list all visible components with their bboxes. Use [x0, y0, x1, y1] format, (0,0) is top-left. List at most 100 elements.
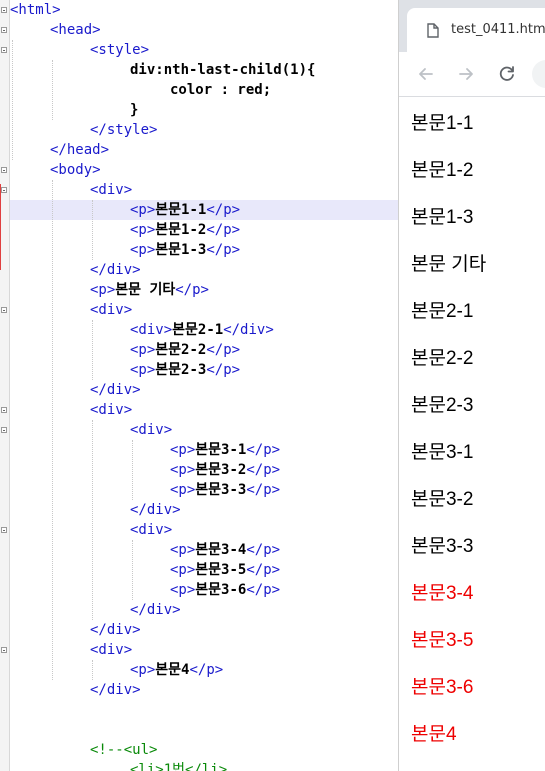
code-line[interactable]: </div>	[90, 680, 141, 700]
code-line[interactable]: <p>본문3-5</p>	[170, 560, 280, 580]
indent-guide	[92, 200, 93, 260]
code-line[interactable]: <div>	[90, 400, 132, 420]
code-line[interactable]: <p>본문 기타</p>	[90, 280, 209, 300]
fold-toggle-icon[interactable]	[1, 647, 7, 653]
rendered-paragraph: 본문3-3	[411, 536, 474, 557]
fold-toggle-icon[interactable]	[1, 167, 7, 173]
code-line[interactable]: <!--<ul>	[90, 740, 157, 760]
code-token: 본문3-3	[195, 482, 247, 498]
code-line[interactable]: </div>	[90, 380, 141, 400]
code-token: color : red;	[170, 82, 272, 98]
code-line[interactable]: <p>본문4</p>	[130, 660, 223, 680]
rendered-paragraph: 본문2-3	[411, 395, 474, 416]
code-token: <p>	[130, 342, 156, 358]
code-token: </div>	[90, 682, 141, 698]
code-editor[interactable]: <html> <head> <style> div:nth-last-child(1)…	[0, 0, 398, 771]
browser-tab[interactable]: test_0411.html	[407, 8, 545, 52]
indent-guide	[92, 420, 93, 620]
fold-toggle-icon[interactable]	[1, 427, 7, 433]
fold-toggle-icon[interactable]	[1, 7, 7, 13]
code-token: <body>	[50, 162, 101, 178]
browser-window: test_0411.html 본문1-1 본문1-2 본문1-3 본문 기타 본문2-1…	[398, 0, 545, 771]
fold-toggle-icon[interactable]	[1, 407, 7, 413]
code-line[interactable]: <p>본문3-1</p>	[170, 440, 280, 460]
indent-guide	[132, 440, 133, 500]
code-line[interactable]: <div>	[90, 640, 132, 660]
code-token: </p>	[246, 482, 281, 498]
code-line[interactable]: <p>본문3-6</p>	[170, 580, 280, 600]
code-token: </div>	[90, 262, 141, 278]
fold-toggle-icon[interactable]	[1, 27, 7, 33]
code-line[interactable]: <p>본문3-3</p>	[170, 480, 280, 500]
rendered-paragraph: 본문3-5	[411, 630, 474, 651]
rendered-paragraph: 본문1-2	[411, 160, 474, 181]
rendered-paragraph: 본문1-1	[411, 113, 474, 134]
code-token: <style>	[90, 42, 150, 58]
code-token: <div>	[130, 422, 173, 438]
indent-guide	[12, 40, 13, 160]
code-line[interactable]: </div>	[90, 620, 141, 640]
code-line[interactable]: <div>	[90, 300, 132, 320]
code-line[interactable]: <p>본문3-2</p>	[170, 460, 280, 480]
code-line[interactable]: <html>	[10, 0, 61, 20]
code-token: <p>	[130, 202, 156, 218]
code-line[interactable]: </div>	[90, 260, 141, 280]
code-line[interactable]: </head>	[50, 140, 109, 160]
fold-toggle-icon[interactable]	[1, 527, 7, 533]
code-line[interactable]: <div>	[130, 420, 172, 440]
code-token: <html>	[10, 2, 61, 18]
code-line[interactable]: }	[130, 100, 138, 120]
indent-guide	[132, 540, 133, 600]
code-line[interactable]: <div>	[130, 520, 172, 540]
code-line[interactable]: <head>	[50, 20, 101, 40]
code-token: 본문3-6	[195, 582, 247, 598]
code-line[interactable]: <p>본문2-3</p>	[130, 360, 240, 380]
code-token: 본문3-4	[195, 542, 247, 558]
code-token: <p>	[170, 542, 196, 558]
code-token: </p>	[206, 342, 241, 358]
code-line[interactable]: <p>본문2-2</p>	[130, 340, 240, 360]
code-line[interactable]: div:nth-last-child(1){	[130, 60, 315, 80]
code-line[interactable]: </style>	[90, 120, 157, 140]
code-line[interactable]: <div>	[90, 180, 132, 200]
code-token: <div>	[90, 302, 133, 318]
code-token: </div>	[90, 382, 141, 398]
code-token: </div>	[90, 622, 141, 638]
code-token: <div>	[130, 522, 173, 538]
code-line[interactable]: <li>1번</li>	[130, 760, 227, 771]
code-token: 본문3-2	[195, 462, 247, 478]
code-token: div:nth-last-child(1){	[130, 62, 316, 78]
back-arrow-icon	[419, 68, 433, 80]
code-token: </p>	[246, 562, 281, 578]
rendered-paragraph: 본문1-3	[411, 207, 474, 228]
fold-toggle-icon[interactable]	[1, 307, 7, 313]
code-line[interactable]: <p>본문1-2</p>	[130, 220, 240, 240]
code-line[interactable]: <p>본문3-4</p>	[170, 540, 280, 560]
code-token: </p>	[246, 462, 281, 478]
code-line[interactable]: <p>본문1-1</p>	[130, 200, 240, 220]
code-token: </p>	[246, 442, 281, 458]
code-line[interactable]: </div>	[130, 600, 181, 620]
code-token: </p>	[175, 282, 209, 298]
reload-button[interactable]	[495, 62, 519, 86]
code-token: 본문2-1	[172, 322, 224, 338]
indent-guide	[92, 660, 93, 680]
forward-button[interactable]	[454, 62, 478, 86]
address-bar[interactable]	[532, 60, 545, 88]
code-token: </p>	[246, 542, 281, 558]
code-line[interactable]: <p>본문1-3</p>	[130, 240, 240, 260]
code-line[interactable]: <div>본문2-1</div>	[130, 320, 274, 340]
fold-toggle-icon[interactable]	[1, 187, 7, 193]
code-token: <!--<ul>	[90, 742, 158, 758]
code-line[interactable]: </div>	[130, 500, 181, 520]
forward-arrow-icon	[459, 68, 473, 80]
code-line[interactable]: <body>	[50, 160, 101, 180]
back-button[interactable]	[414, 62, 438, 86]
code-line[interactable]: <style>	[90, 40, 149, 60]
code-token: <p>	[130, 362, 156, 378]
rendered-paragraph: 본문3-6	[411, 677, 474, 698]
code-token: <p>	[170, 442, 196, 458]
code-line[interactable]: color : red;	[170, 80, 271, 100]
fold-toggle-icon[interactable]	[1, 47, 7, 53]
rendered-paragraph: 본문3-4	[411, 583, 474, 604]
